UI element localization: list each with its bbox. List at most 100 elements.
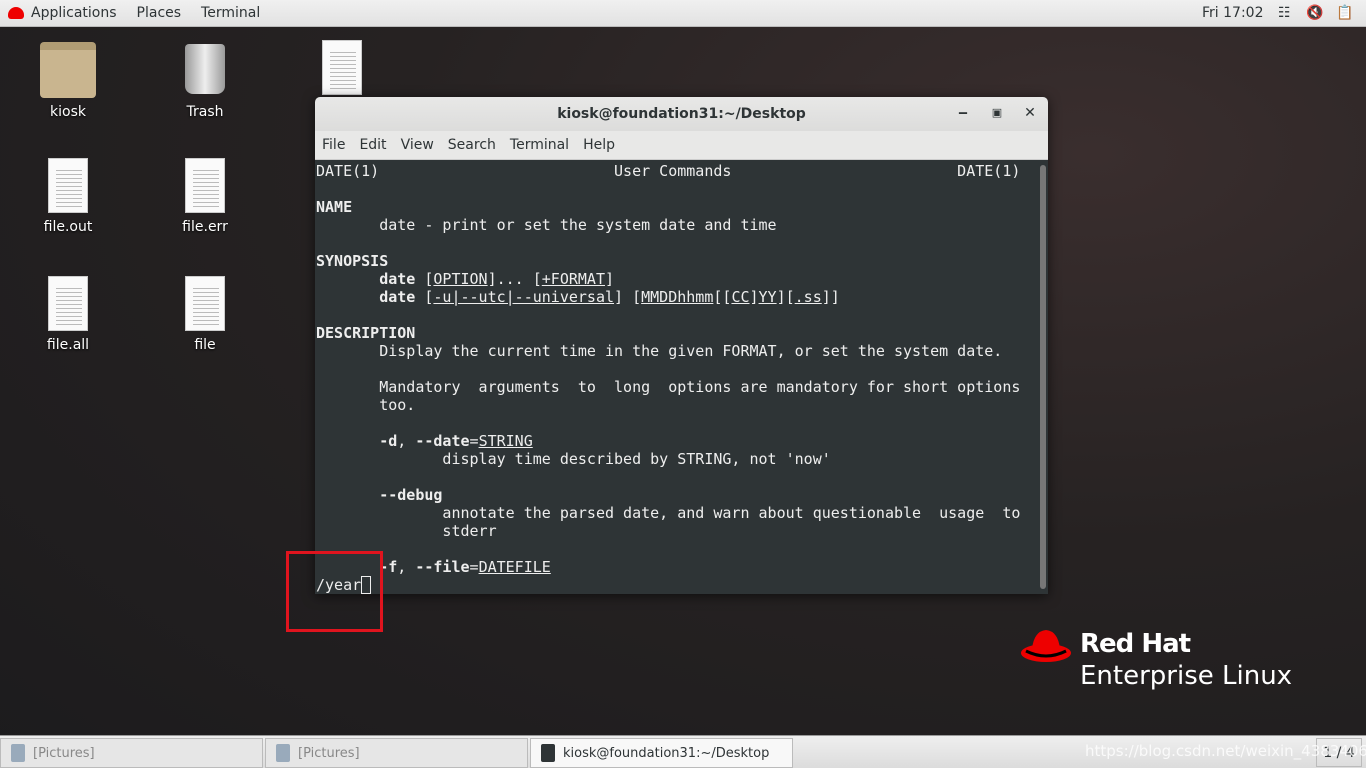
terminal-text: , [397, 432, 416, 450]
terminal-line: date [OPTION]... [+FORMAT] [316, 270, 1048, 288]
terminal-text: +FORMAT [541, 270, 605, 288]
terminal-text: ] [ [614, 288, 642, 306]
icon-label: Trash [186, 104, 224, 120]
terminal-text: ] [605, 270, 615, 288]
terminal-line: -f, --file=DATEFILE [316, 558, 1048, 576]
task-label: [Pictures] [33, 745, 95, 761]
terminal-line: display time described by STRING, not 'n… [316, 450, 1048, 468]
terminal-text: CC [731, 288, 750, 306]
terminal-line: -d, --date=STRING [316, 432, 1048, 450]
desktop-icon-trash[interactable]: Trash [155, 42, 255, 120]
redhat-hat-icon [1021, 630, 1071, 662]
brand-line2: Enterprise Linux [1080, 661, 1293, 691]
terminal-line: too. [316, 396, 1048, 414]
terminal-line: --debug [316, 486, 1048, 504]
menu-view[interactable]: View [394, 137, 441, 153]
task-terminal[interactable]: kiosk@foundation31:~/Desktop [530, 738, 793, 768]
terminal-text: DESCRIPTION [316, 324, 416, 342]
terminal-menu[interactable]: Terminal [191, 0, 270, 27]
highlight-box [286, 551, 383, 632]
terminal-text: OPTION [433, 270, 488, 288]
terminal-line: Mandatory arguments to long options are … [316, 378, 1048, 396]
terminal-text: Display the current time in the given FO… [316, 342, 1003, 360]
window-icon [11, 744, 25, 762]
terminal-text: ][ [776, 288, 795, 306]
places-menu[interactable]: Places [127, 0, 192, 27]
scrollbar[interactable] [1040, 165, 1046, 589]
desktop-icon-file[interactable]: file [155, 276, 255, 353]
menu-search[interactable]: Search [441, 137, 503, 153]
top-bar: Applications Places Terminal Fri 17:02 ☷… [0, 0, 1366, 27]
terminal-text: MMDDhhmm [641, 288, 714, 306]
network-icon[interactable]: ☷ [1278, 5, 1291, 21]
terminal-line: NAME [316, 198, 1048, 216]
terminal-text: SYNOPSIS [316, 252, 389, 270]
terminal-text: --debug [379, 486, 443, 504]
terminal-line: Display the current time in the given FO… [316, 342, 1048, 360]
task-pictures-1[interactable]: [Pictures] [0, 738, 263, 768]
terminal-text: ]] [821, 288, 840, 306]
volume-muted-icon[interactable]: 🔇 [1306, 5, 1323, 21]
document-icon [322, 40, 362, 95]
terminal-text: -u|--utc|--universal [433, 288, 615, 306]
terminal-icon [541, 744, 555, 762]
window-title: kiosk@foundation31:~/Desktop [557, 106, 806, 122]
desktop-icon-file-err[interactable]: file.err [155, 158, 255, 235]
terminal-line: annotate the parsed date, and warn about… [316, 504, 1048, 522]
terminal-text: date - print or set the system date and … [316, 216, 777, 234]
terminal-line: date [-u|--utc|--universal] [MMDDhhmm[[C… [316, 288, 1048, 306]
terminal-text: stderr [316, 522, 497, 540]
task-label: kiosk@foundation31:~/Desktop [563, 745, 770, 761]
terminal-text: YY [758, 288, 777, 306]
terminal-text: date [379, 288, 416, 306]
maximize-button[interactable]: ▣ [988, 106, 1006, 119]
document-icon [48, 276, 88, 331]
terminal-line: date - print or set the system date and … [316, 216, 1048, 234]
applications-menu[interactable]: Applications [24, 0, 127, 27]
desktop-icon-document[interactable] [292, 40, 392, 101]
menu-help[interactable]: Help [576, 137, 622, 153]
menu-file[interactable]: File [315, 137, 352, 153]
redhat-icon [8, 7, 24, 19]
battery-icon[interactable]: 📋 [1336, 5, 1353, 21]
brand-line1: Red Hat [1080, 629, 1191, 659]
terminal-text: STRING [478, 432, 533, 450]
window-titlebar[interactable]: kiosk@foundation31:~/Desktop ‒ ▣ ✕ [315, 97, 1048, 131]
desktop-icon-file-all[interactable]: file.all [18, 276, 118, 353]
task-label: [Pictures] [298, 745, 360, 761]
trash-icon [185, 44, 225, 94]
desktop-icon-file-out[interactable]: file.out [18, 158, 118, 235]
folder-icon [40, 42, 96, 98]
icon-label: file.err [182, 219, 228, 235]
terminal-text: too. [316, 396, 416, 414]
terminal-output[interactable]: DATE(1) User Commands DATE(1) NAME date -… [315, 162, 1048, 594]
document-icon [185, 276, 225, 331]
terminal-text: date [379, 270, 416, 288]
document-icon [48, 158, 88, 213]
watermark: https://blog.csdn.net/weixin_43834060 [1085, 742, 1366, 760]
menu-edit[interactable]: Edit [352, 137, 393, 153]
terminal-text: annotate the parsed date, and warn about… [316, 504, 1021, 522]
menu-bar: File Edit View Search Terminal Help [315, 131, 1048, 160]
terminal-line: DATE(1) User Commands DATE(1) [316, 162, 1048, 180]
terminal-window[interactable]: kiosk@foundation31:~/Desktop ‒ ▣ ✕ File … [315, 97, 1048, 594]
icon-label: file.out [43, 219, 93, 235]
task-pictures-2[interactable]: [Pictures] [265, 738, 528, 768]
clock[interactable]: Fri 17:02 [1202, 5, 1263, 21]
close-button[interactable]: ✕ [1021, 105, 1039, 121]
desktop-icon-kiosk[interactable]: kiosk [18, 42, 118, 120]
terminal-text: NAME [316, 198, 353, 216]
terminal-text: .ss [794, 288, 822, 306]
terminal-line: DESCRIPTION [316, 324, 1048, 342]
minimize-button[interactable]: ‒ [954, 105, 972, 121]
menu-terminal[interactable]: Terminal [503, 137, 576, 153]
